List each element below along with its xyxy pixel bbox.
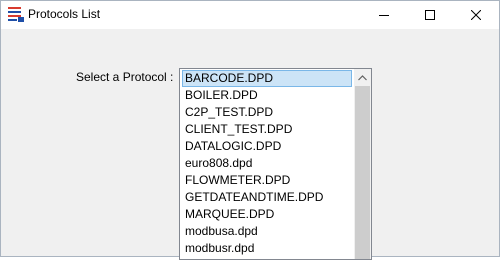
app-icon (8, 7, 24, 22)
maximize-button[interactable] (407, 1, 453, 29)
window-title: Protocols List (28, 7, 101, 21)
protocol-list-item[interactable]: C2P_TEST.DPD (180, 104, 354, 121)
close-button[interactable] (453, 1, 499, 29)
protocol-list-item[interactable]: DATALOGIC.DPD (180, 138, 354, 155)
vertical-scrollbar[interactable] (354, 69, 371, 259)
select-protocol-label: Select a Protocol : (76, 70, 174, 84)
protocol-list-item[interactable]: modbusa.dpd (180, 223, 354, 240)
protocol-list-item[interactable]: FLOWMETER.DPD (180, 172, 354, 189)
chevron-up-icon (358, 74, 367, 80)
protocol-list-item[interactable]: BOILER.DPD (180, 87, 354, 104)
scroll-up-button[interactable] (354, 69, 371, 86)
minimize-button[interactable] (361, 1, 407, 29)
protocol-list: BARCODE.DPD BOILER.DPD C2P_TEST.DPD CLIENT_… (180, 69, 354, 257)
protocols-list-window: Protocols List Select a Protocol : BARCO… (0, 0, 500, 260)
scrollbar-thumb[interactable] (355, 86, 370, 259)
protocol-list-item[interactable]: modbusr.dpd (180, 240, 354, 257)
protocol-list-item[interactable]: CLIENT_TEST.DPD (180, 121, 354, 138)
protocol-list-item[interactable]: BARCODE.DPD (182, 70, 352, 87)
protocol-list-item[interactable]: MARQUEE.DPD (180, 206, 354, 223)
protocol-listbox[interactable]: BARCODE.DPD BOILER.DPD C2P_TEST.DPD CLIENT_… (179, 68, 372, 260)
maximize-icon (425, 10, 435, 20)
title-bar[interactable]: Protocols List (1, 1, 499, 29)
close-icon (471, 10, 481, 20)
protocol-list-item[interactable]: GETDATEANDTIME.DPD (180, 189, 354, 206)
dialog-body: Select a Protocol : BARCODE.DPD BOILER.DP… (1, 29, 499, 260)
protocol-list-item[interactable]: euro808.dpd (180, 155, 354, 172)
minimize-icon (379, 15, 389, 16)
